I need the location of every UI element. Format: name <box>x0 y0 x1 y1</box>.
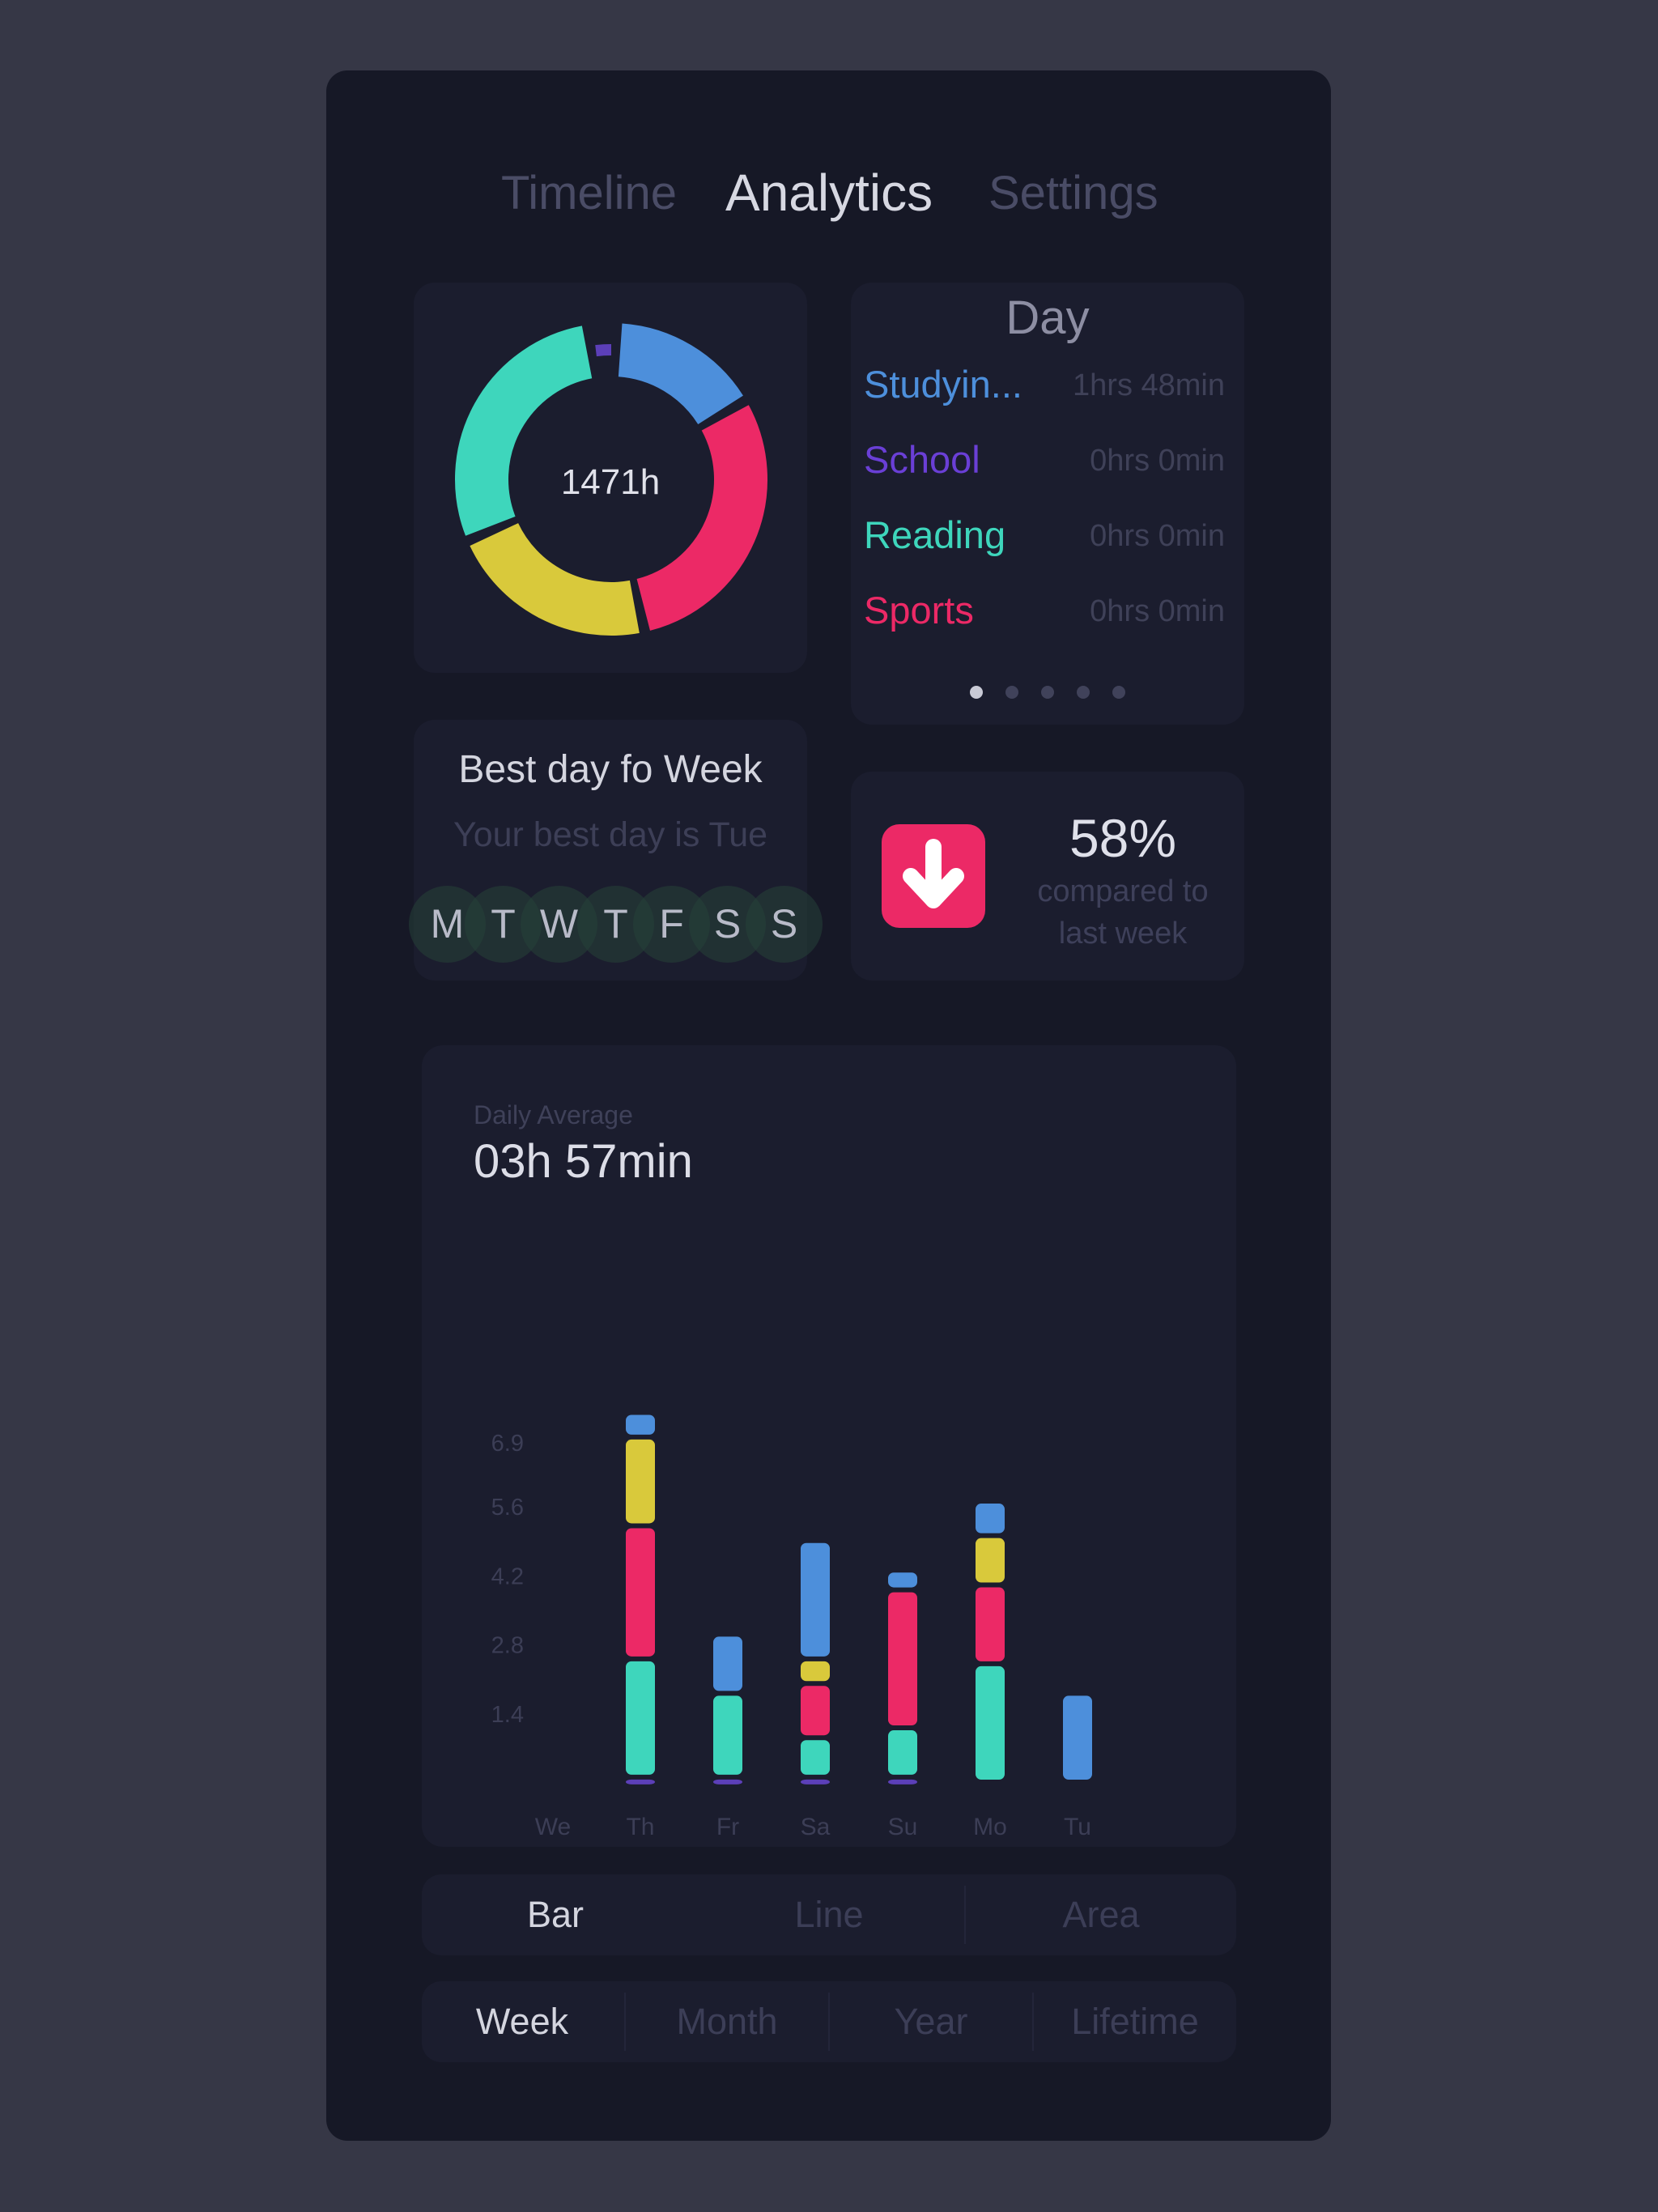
bar-segment[interactable] <box>801 1779 830 1784</box>
x-tick-label: Su <box>888 1814 918 1840</box>
tab-timeline[interactable]: Timeline <box>501 166 677 220</box>
activity-name: Reading <box>864 513 1006 556</box>
period-selector: Week Month Year Lifetime <box>422 1981 1236 2062</box>
activity-name: Studyin... <box>864 363 1022 406</box>
bar-segment[interactable] <box>626 1414 655 1435</box>
period-week[interactable]: Week <box>422 1981 623 2062</box>
bar-segment[interactable] <box>888 1779 917 1784</box>
x-tick-label: Mo <box>973 1814 1007 1840</box>
page-dot[interactable] <box>970 686 983 699</box>
trend-button[interactable] <box>882 824 985 928</box>
y-tick-label: 4.2 <box>491 1563 524 1589</box>
x-tick-label: Fr <box>716 1814 739 1840</box>
period-lifetime[interactable]: Lifetime <box>1034 1981 1236 2062</box>
page-dot[interactable] <box>1077 686 1090 699</box>
day-card[interactable]: Day Studyin... 1hrs 48min School 0hrs 0m… <box>851 283 1244 725</box>
x-tick-label: Tu <box>1064 1814 1091 1840</box>
donut-segment <box>636 405 767 631</box>
activity-time: 1hrs 48min <box>1073 368 1225 402</box>
x-tick-label: We <box>535 1814 571 1840</box>
donut-segment <box>617 323 743 425</box>
stacked-bar-chart: 1.4 2.8 4.2 5.6 6.9 We Th Fr Sa Su Mo Tu <box>491 1414 1092 1840</box>
bar-segment[interactable] <box>976 1504 1005 1534</box>
page-indicator[interactable] <box>851 686 1244 699</box>
percent-caption-line2: last week <box>1058 917 1188 951</box>
activity-time: 0hrs 0min <box>1090 444 1225 478</box>
best-day-title: Best day fo Week <box>458 748 763 791</box>
activity-row[interactable]: Reading 0hrs 0min <box>864 513 1225 561</box>
tab-settings[interactable]: Settings <box>988 166 1158 220</box>
chart-card: Daily Average 03h 57min 1.4 2.8 4.2 5.6 6.9 W… <box>422 1045 1236 1847</box>
donut-card: 1471h <box>414 283 807 673</box>
app-window: Timeline Analytics Settings 1471h Day St… <box>326 70 1331 2141</box>
arrow-down-icon <box>903 839 964 908</box>
donut-segment <box>470 522 640 636</box>
comparison-card: 58% compared to last week <box>851 772 1244 981</box>
chart-type-area[interactable]: Area <box>966 1874 1236 1955</box>
y-tick-label: 1.4 <box>491 1702 524 1728</box>
chart-type-selector: Bar Line Area <box>422 1874 1236 1955</box>
activity-name: Sports <box>864 589 974 632</box>
activity-time: 0hrs 0min <box>1090 519 1225 553</box>
bar-segment[interactable] <box>626 1661 655 1775</box>
bar-segment[interactable] <box>801 1542 830 1657</box>
page-dot[interactable] <box>1005 686 1018 699</box>
bar-segment[interactable] <box>713 1695 742 1775</box>
weekday-circle: S <box>746 886 823 963</box>
donut-total: 1471h <box>560 462 661 502</box>
activity-name: School <box>864 438 980 481</box>
bar-segment[interactable] <box>801 1661 830 1682</box>
bar-segment[interactable] <box>801 1686 830 1736</box>
percent-caption-line1: compared to <box>1037 874 1209 908</box>
activity-row[interactable]: School 0hrs 0min <box>864 437 1225 486</box>
chart-type-line[interactable]: Line <box>694 1874 964 1955</box>
activity-row[interactable]: Studyin... 1hrs 48min <box>864 362 1225 410</box>
day-title: Day <box>1005 291 1090 344</box>
bar-segment[interactable] <box>713 1636 742 1691</box>
percent-value: 58% <box>1069 808 1177 868</box>
activity-row[interactable]: Sports 0hrs 0min <box>864 588 1225 636</box>
page-dot[interactable] <box>1041 686 1054 699</box>
bar-segment[interactable] <box>976 1665 1005 1780</box>
bar-segment[interactable] <box>626 1779 655 1784</box>
bar-segment[interactable] <box>888 1592 917 1726</box>
bar-segment[interactable] <box>976 1587 1005 1661</box>
chart-type-bar[interactable]: Bar <box>422 1874 689 1955</box>
y-tick-label: 2.8 <box>491 1633 524 1659</box>
best-day-subtitle: Your best day is Tue <box>453 815 768 854</box>
bar-segment[interactable] <box>888 1572 917 1588</box>
bar-segment[interactable] <box>801 1740 830 1775</box>
bar-segment[interactable] <box>976 1538 1005 1583</box>
bar-segment[interactable] <box>888 1730 917 1775</box>
best-day-card: Best day fo Week Your best day is Tue M … <box>409 720 823 981</box>
donut-segment <box>595 344 612 357</box>
y-tick-label: 6.9 <box>491 1431 524 1457</box>
tab-analytics[interactable]: Analytics <box>725 163 933 223</box>
activity-time: 0hrs 0min <box>1090 594 1225 628</box>
x-tick-label: Sa <box>801 1814 831 1840</box>
period-year[interactable]: Year <box>830 1981 1032 2062</box>
bar-segment[interactable] <box>1063 1695 1092 1780</box>
bar-segment[interactable] <box>626 1439 655 1524</box>
x-tick-label: Th <box>626 1814 654 1840</box>
page-dot[interactable] <box>1112 686 1125 699</box>
y-tick-label: 5.6 <box>491 1495 524 1521</box>
percent-caption: compared to last week <box>1001 870 1244 955</box>
bar-segment[interactable] <box>713 1779 742 1784</box>
bar-segment[interactable] <box>626 1528 655 1657</box>
period-month[interactable]: Month <box>626 1981 828 2062</box>
